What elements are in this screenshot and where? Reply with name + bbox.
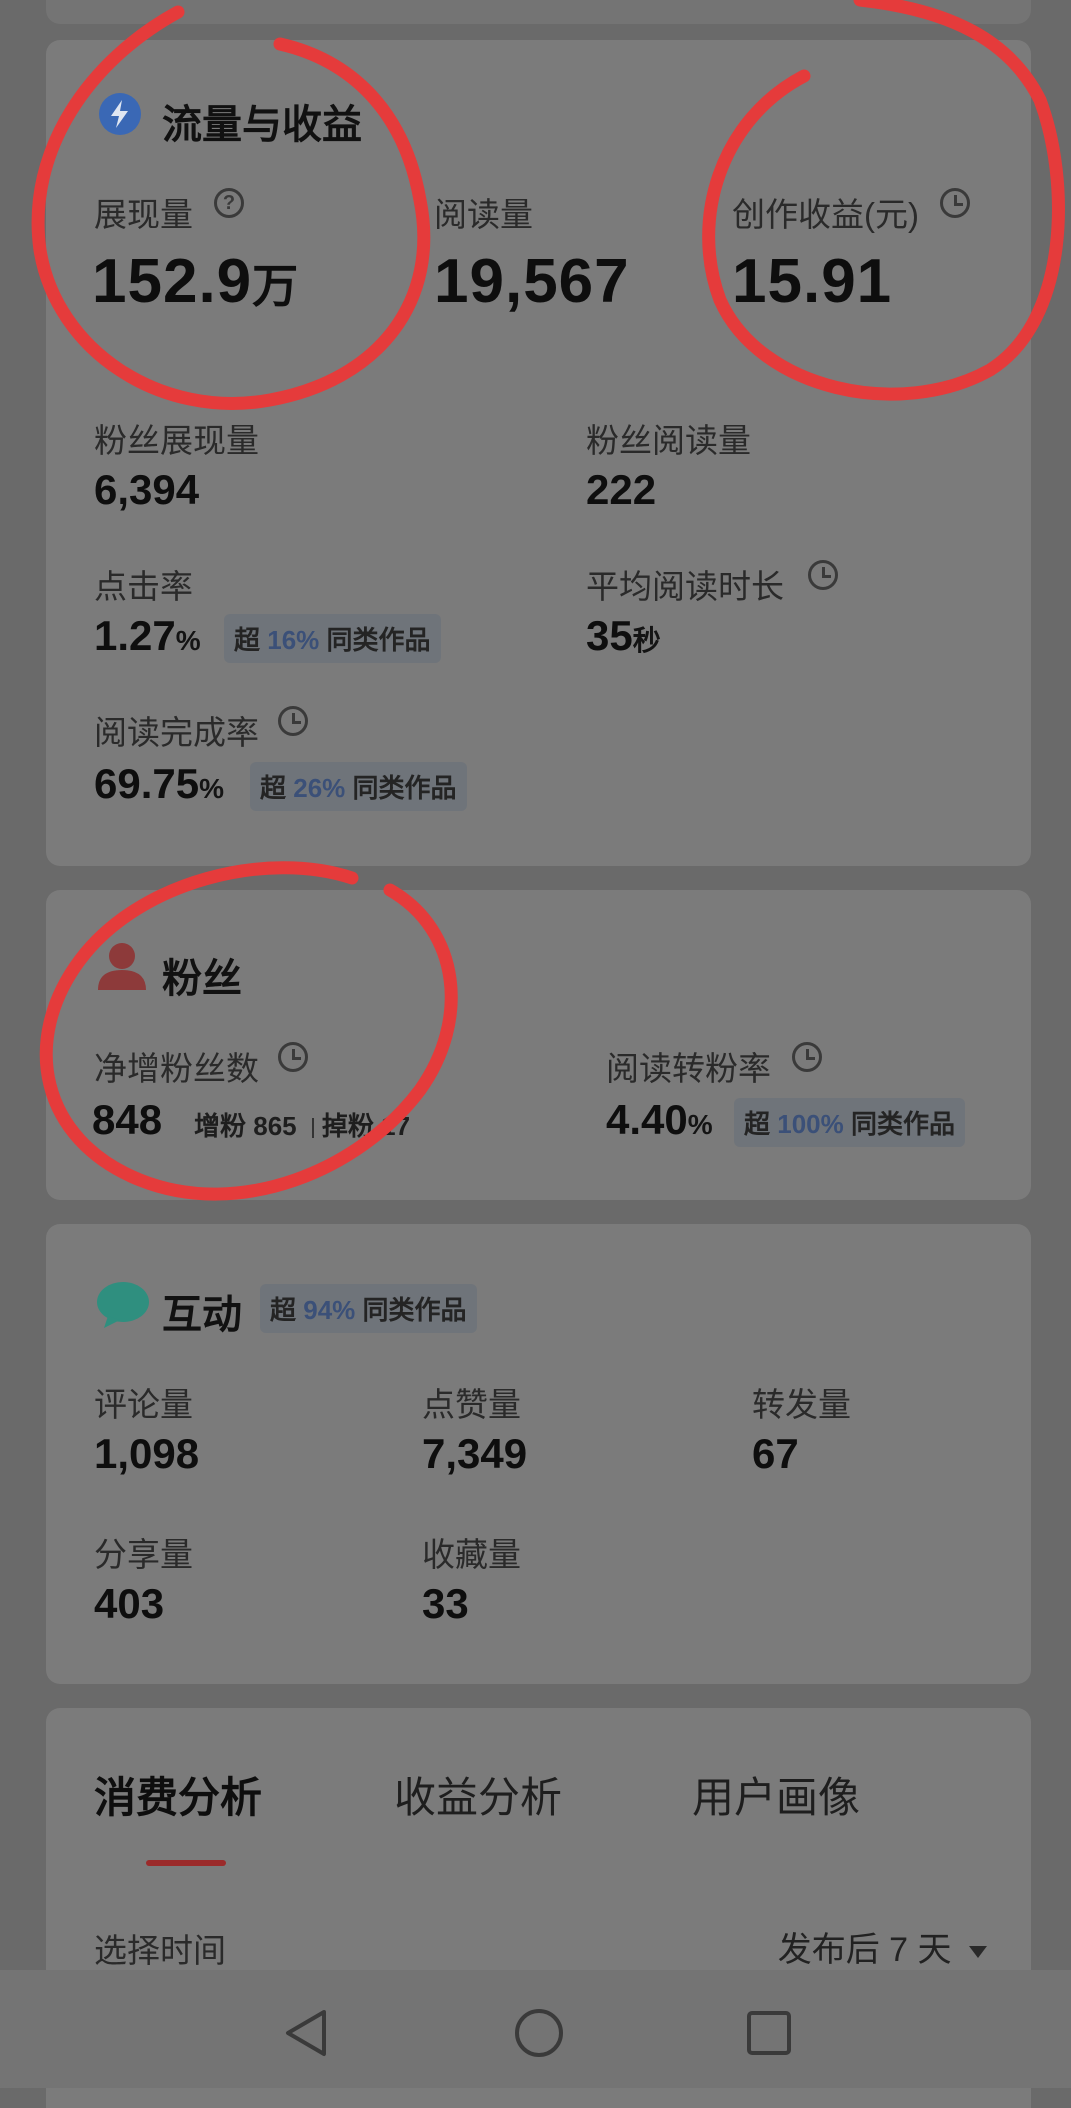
fan-reads-value: 222 <box>586 466 657 513</box>
top-strip <box>46 0 1031 24</box>
traffic-title: 流量与收益 <box>162 103 362 147</box>
tab-user-profile[interactable]: 用户画像 <box>692 1764 860 1825</box>
fan-impressions-label: 粉丝展现量 <box>94 422 259 459</box>
reposts-value: 67 <box>752 1430 799 1477</box>
help-icon[interactable]: ? <box>214 188 244 218</box>
interaction-title: 互动 <box>162 1293 242 1337</box>
conversion-value: 4.40% <box>606 1096 713 1143</box>
ctr-value: 1.27% <box>94 612 201 659</box>
clock-icon <box>808 560 838 590</box>
user-icon <box>98 943 146 990</box>
fans-card: 粉丝 净增粉丝数 848 增粉 865 掉粉 17 阅读转粉率 4.40% 超 … <box>46 890 1031 1200</box>
tab-earnings[interactable]: 收益分析 <box>394 1764 562 1825</box>
completion-value: 69.75% <box>94 760 225 807</box>
likes-label: 点赞量 <box>422 1386 521 1423</box>
lightning-icon <box>99 93 141 135</box>
shares-label: 分享量 <box>94 1536 193 1573</box>
chat-icon <box>97 1282 149 1328</box>
gain-loss-detail: 增粉 865 掉粉 17 <box>194 1111 411 1141</box>
tab-consumption[interactable]: 消费分析 <box>94 1764 262 1825</box>
navigation-bar <box>0 1970 1071 2088</box>
fans-title: 粉丝 <box>162 957 242 1001</box>
favorites-value: 33 <box>422 1580 469 1627</box>
time-selector[interactable]: 发布后 7 天 <box>778 1922 987 1971</box>
clock-icon <box>278 1042 308 1072</box>
time-label: 选择时间 <box>94 1932 226 1969</box>
interaction-badge: 超 94% 同类作品 <box>260 1284 477 1333</box>
clock-icon <box>278 706 308 736</box>
favorites-label: 收藏量 <box>422 1536 521 1573</box>
completion-label: 阅读完成率 <box>94 714 259 751</box>
conversion-label: 阅读转粉率 <box>606 1050 771 1087</box>
tab-underline <box>146 1860 226 1866</box>
home-icon[interactable] <box>514 2008 564 2058</box>
fan-impressions-value: 6,394 <box>94 466 200 513</box>
caret-down-icon <box>969 1946 987 1959</box>
fan-reads-label: 粉丝阅读量 <box>586 422 751 459</box>
net-fans-value: 848 <box>92 1096 163 1143</box>
ctr-label: 点击率 <box>94 568 193 605</box>
recents-icon[interactable] <box>746 2010 792 2056</box>
reposts-label: 转发量 <box>752 1386 851 1423</box>
impressions-label: 展现量 <box>94 196 193 233</box>
back-icon[interactable] <box>282 2008 328 2058</box>
clock-icon <box>792 1042 822 1072</box>
comments-value: 1,098 <box>94 1430 200 1477</box>
ctr-badge: 超 16% 同类作品 <box>224 614 441 663</box>
net-fans-label: 净增粉丝数 <box>94 1050 259 1087</box>
comments-label: 评论量 <box>94 1386 193 1423</box>
shares-value: 403 <box>94 1580 165 1627</box>
interaction-card: 互动 超 94% 同类作品 评论量 1,098 点赞量 7,349 转发量 67… <box>46 1224 1031 1684</box>
likes-value: 7,349 <box>422 1430 528 1477</box>
impressions-value: 152.9万 <box>92 247 299 316</box>
conversion-badge: 超 100% 同类作品 <box>734 1098 965 1147</box>
traffic-card: 流量与收益 展现量 ? 152.9万 阅读量 19,567 创作收益(元) 15… <box>46 40 1031 866</box>
reads-value: 19,567 <box>434 247 630 316</box>
earnings-label: 创作收益(元) <box>732 196 919 233</box>
completion-badge: 超 26% 同类作品 <box>250 762 467 811</box>
earnings-value: 15.91 <box>732 247 893 316</box>
clock-icon <box>940 188 970 218</box>
avg-read-time-value: 35秒 <box>586 612 661 659</box>
reads-label: 阅读量 <box>434 196 533 233</box>
avg-read-time-label: 平均阅读时长 <box>586 568 784 605</box>
